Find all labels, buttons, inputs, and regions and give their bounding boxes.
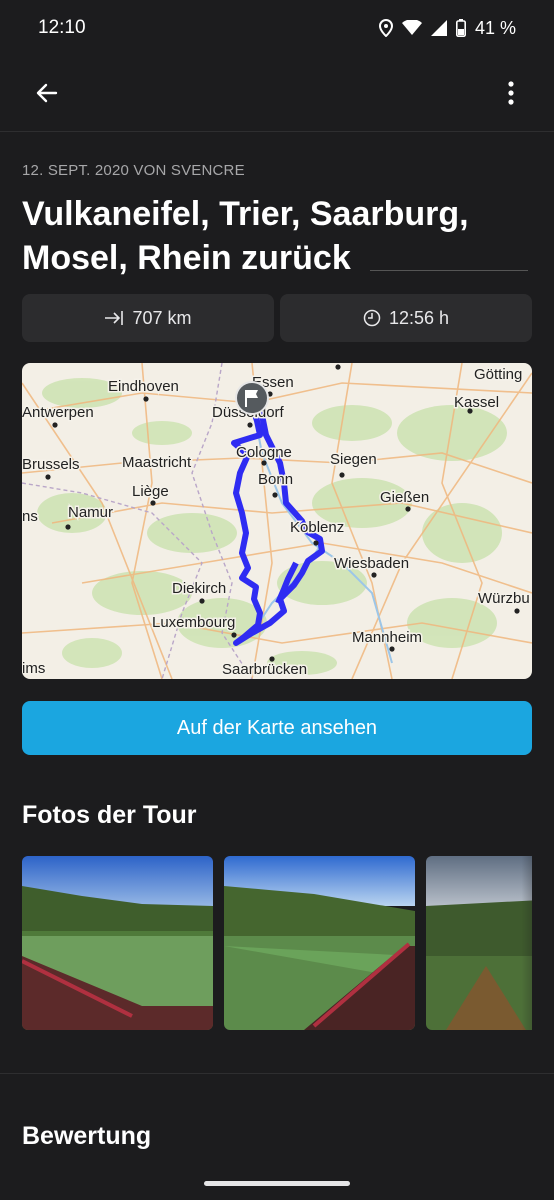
battery-icon	[455, 19, 466, 37]
map-label-bonn: Bonn	[258, 471, 293, 488]
map-label-namur: Namur	[68, 504, 113, 521]
view-on-map-button[interactable]: Auf der Karte ansehen	[22, 701, 532, 755]
battery-percentage: 41 %	[474, 17, 516, 38]
rating-section-title: Bewertung	[22, 1122, 152, 1150]
map-label-luxembourg: Luxembourg	[152, 614, 235, 631]
home-indicator[interactable]	[204, 1181, 350, 1186]
tour-photo-3[interactable]	[426, 856, 532, 1030]
location-icon	[378, 19, 393, 37]
photos-section-title: Fotos der Tour	[22, 801, 197, 829]
map-label-wurzbu: Würzbu	[478, 590, 530, 607]
map-label-gotting: Götting	[474, 366, 522, 383]
map-label-ims: ims	[22, 660, 45, 677]
clock-icon	[363, 309, 381, 327]
more-vertical-icon	[508, 81, 514, 105]
map-label-liege: Liège	[132, 483, 169, 500]
photos-carousel[interactable]	[22, 856, 532, 1030]
tour-title: Vulkaneifel, Trier, Saarburg, Mosel, Rhe…	[22, 195, 469, 277]
distance-value: 707 km	[132, 307, 192, 328]
app-bar	[0, 60, 554, 126]
back-button[interactable]	[30, 76, 64, 110]
duration-stat: 12:56 h	[280, 294, 532, 342]
map-label-koblenz: Koblenz	[290, 519, 344, 536]
tour-photo-2[interactable]	[224, 856, 415, 1030]
map-label-maastricht: Maastricht	[122, 454, 192, 471]
tour-meta: 12. SEPT. 2020 VON SVENCRE	[22, 162, 245, 179]
status-time: 12:10	[38, 17, 86, 38]
distance-stat: 707 km	[22, 294, 274, 342]
map-label-mannheim: Mannheim	[352, 629, 422, 646]
tour-photo-1[interactable]	[22, 856, 213, 1030]
status-bar: 12:10 41 %	[0, 0, 554, 56]
map-label-antwerpen: Antwerpen	[22, 404, 94, 421]
map-label-diekirch: Diekirch	[172, 580, 226, 597]
app-bar-divider	[0, 131, 554, 132]
arrow-left-icon	[36, 83, 58, 103]
tour-stats: 707 km 12:56 h	[22, 294, 532, 342]
signal-icon	[430, 20, 447, 36]
map-label-saarbrucken: Saarbrücken	[222, 661, 307, 678]
map-label-ns: ns	[22, 508, 38, 525]
map-label-eindhoven: Eindhoven	[108, 378, 179, 395]
more-options-button[interactable]	[494, 76, 528, 110]
forest-areas	[37, 378, 507, 675]
wifi-icon	[401, 20, 422, 36]
duration-value: 12:56 h	[388, 307, 450, 328]
map-label-wiesbaden: Wiesbaden	[334, 555, 409, 572]
map-label-siegen: Siegen	[330, 451, 377, 468]
route-map[interactable]: Essen Götting Eindhoven Antwerpen Düssel…	[22, 363, 532, 679]
distance-icon	[105, 311, 124, 325]
flag-icon	[235, 381, 269, 415]
map-label-kassel: Kassel	[454, 394, 499, 411]
section-divider	[0, 1073, 554, 1074]
map-label-cologne: Cologne	[236, 444, 292, 461]
map-label-giessen: Gießen	[380, 489, 429, 506]
status-icons: 41 %	[378, 17, 516, 39]
map-label-brussels: Brussels	[22, 456, 80, 473]
title-divider	[370, 270, 528, 271]
